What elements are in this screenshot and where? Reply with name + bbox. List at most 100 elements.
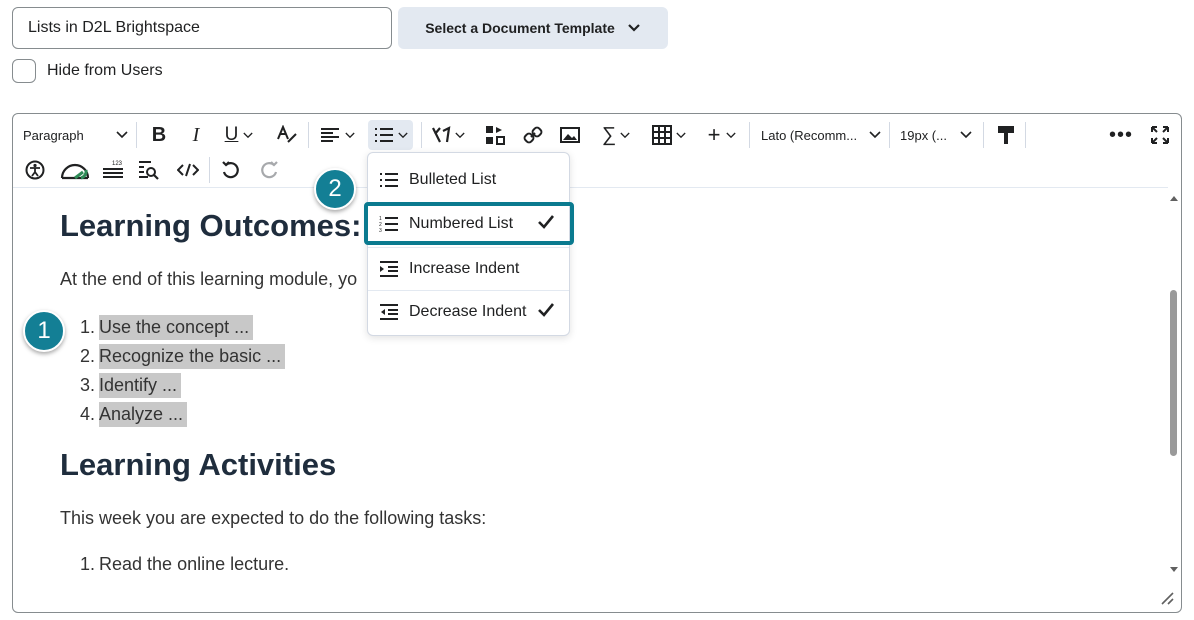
bulleted-list-icon xyxy=(379,170,399,190)
html-editor: Paragraph B I U ∑ + Lato (Recomm... 19px… xyxy=(12,113,1182,613)
menu-item-bulleted-list[interactable]: Bulleted List xyxy=(368,158,569,201)
format-painter-icon xyxy=(998,126,1014,144)
outcome-list-item: 1. Use the concept ... xyxy=(80,315,254,340)
callout-badge-2: 2 xyxy=(314,168,356,210)
undo-icon xyxy=(222,161,239,179)
list-dropdown-menu: Bulleted List 123 Numbered List Increase… xyxy=(367,152,570,336)
intro-paragraph: At the end of this learning module, yo xyxy=(60,269,358,289)
scroll-thumb[interactable] xyxy=(1170,290,1177,456)
toolbar-separator xyxy=(1025,122,1026,148)
quicklink-icon xyxy=(486,126,505,145)
chevron-down-icon xyxy=(397,132,408,138)
table-icon xyxy=(652,125,672,145)
text-style-button[interactable] xyxy=(275,122,299,148)
toolbar-separator xyxy=(983,122,984,148)
list-number: 4. xyxy=(80,404,96,424)
numbered-list-icon: 123 xyxy=(379,214,399,234)
gauge-icon xyxy=(60,163,90,180)
accessibility-icon xyxy=(25,160,45,180)
editor-scrollbar[interactable] xyxy=(1167,190,1179,578)
list-number: 1. xyxy=(80,554,96,574)
insert-button[interactable]: + xyxy=(703,122,741,148)
link-icon xyxy=(523,126,543,144)
scroll-up-icon xyxy=(1170,196,1178,201)
heading-learning-outcomes: Learning Outcomes: xyxy=(60,208,362,243)
redo-button[interactable] xyxy=(257,157,281,183)
chevron-down-icon xyxy=(455,132,465,138)
callout-badge-1: 1 xyxy=(23,310,65,352)
undo-button[interactable] xyxy=(219,157,243,183)
code-icon xyxy=(177,163,199,177)
activities-intro-paragraph: This week you are expected to do the fol… xyxy=(60,508,487,528)
select-template-button[interactable]: Select a Document Template xyxy=(398,7,668,49)
list-text: Identify ... xyxy=(99,373,182,398)
block-format-dropdown[interactable]: Paragraph xyxy=(23,122,128,148)
sigma-icon: ∑ xyxy=(601,123,617,146)
accessibility-checker-button[interactable] xyxy=(23,157,47,183)
insert-image-button[interactable] xyxy=(559,122,581,148)
insert-link-button[interactable] xyxy=(522,122,544,148)
chevron-down-icon xyxy=(620,132,630,138)
hide-from-users-checkbox[interactable] xyxy=(12,59,36,83)
chevron-down-icon xyxy=(628,24,640,32)
insert-stuff-button[interactable] xyxy=(429,122,467,148)
chevron-down-icon xyxy=(116,131,128,139)
list-text: Recognize the basic ... xyxy=(99,344,286,369)
outcome-list-item: 2. Recognize the basic ... xyxy=(80,344,286,369)
font-size-dropdown[interactable]: 19px (... xyxy=(900,122,972,148)
activity-list-item: 1. Read the online lecture. xyxy=(80,554,289,575)
bold-icon: B xyxy=(151,123,167,146)
menu-item-increase-indent[interactable]: Increase Indent xyxy=(368,247,569,290)
insert-quicklink-button[interactable] xyxy=(484,122,506,148)
menu-item-numbered-list[interactable]: 123 Numbered List xyxy=(368,202,569,245)
select-template-label: Select a Document Template xyxy=(425,20,615,36)
heading-learning-activities: Learning Activities xyxy=(60,447,337,482)
equation-button[interactable]: ∑ xyxy=(597,122,635,148)
chevron-down-icon xyxy=(726,132,737,138)
image-icon xyxy=(560,127,580,143)
fullscreen-button[interactable] xyxy=(1149,122,1171,148)
chevron-down-icon xyxy=(243,132,253,138)
italic-icon: I xyxy=(192,123,200,146)
readability-button[interactable] xyxy=(58,156,92,184)
underline-icon: U xyxy=(224,124,239,145)
outcome-list-item: 4. Analyze ... xyxy=(80,402,188,427)
list-button[interactable] xyxy=(368,120,413,150)
find-replace-button[interactable] xyxy=(137,157,161,183)
toolbar-separator xyxy=(749,122,750,148)
more-actions-button[interactable]: ••• xyxy=(1109,122,1133,148)
italic-button[interactable]: I xyxy=(184,122,208,148)
increase-indent-icon xyxy=(379,259,399,279)
outcome-list-item: 3. Identify ... xyxy=(80,373,182,398)
toolbar-separator xyxy=(889,122,890,148)
menu-item-decrease-indent[interactable]: Decrease Indent xyxy=(368,290,569,333)
menu-item-label: Bulleted List xyxy=(409,170,497,188)
list-text: Use the concept ... xyxy=(99,315,254,340)
resize-handle-icon[interactable] xyxy=(1159,590,1175,606)
chevron-down-icon xyxy=(960,131,972,139)
scroll-down-icon xyxy=(1170,567,1178,572)
hide-from-users-row: Hide from Users xyxy=(12,59,163,83)
underline-button[interactable]: U xyxy=(218,122,260,148)
font-size-label: 19px (... xyxy=(900,127,947,143)
menu-item-label: Increase Indent xyxy=(409,259,520,277)
checkmark-icon xyxy=(538,303,555,317)
format-painter-button[interactable] xyxy=(995,122,1017,148)
font-family-dropdown[interactable]: Lato (Recomm... xyxy=(761,122,881,148)
title-input[interactable] xyxy=(12,7,392,49)
list-number: 1. xyxy=(80,317,96,337)
toolbar-separator xyxy=(209,157,210,183)
toolbar-separator xyxy=(136,122,137,148)
menu-item-label: Numbered List xyxy=(409,214,514,232)
chevron-down-icon xyxy=(869,131,881,139)
table-button[interactable] xyxy=(649,122,689,148)
editor-content[interactable]: Learning Outcomes: At the end of this le… xyxy=(13,188,1165,612)
bold-button[interactable]: B xyxy=(146,122,172,148)
chevron-down-icon xyxy=(344,132,355,138)
word-count-button[interactable]: 123 xyxy=(101,157,125,183)
source-code-button[interactable] xyxy=(175,157,201,183)
text-color-icon xyxy=(277,125,297,143)
insert-stuff-icon xyxy=(432,126,451,143)
list-icon xyxy=(374,128,393,142)
align-button[interactable] xyxy=(317,122,357,148)
